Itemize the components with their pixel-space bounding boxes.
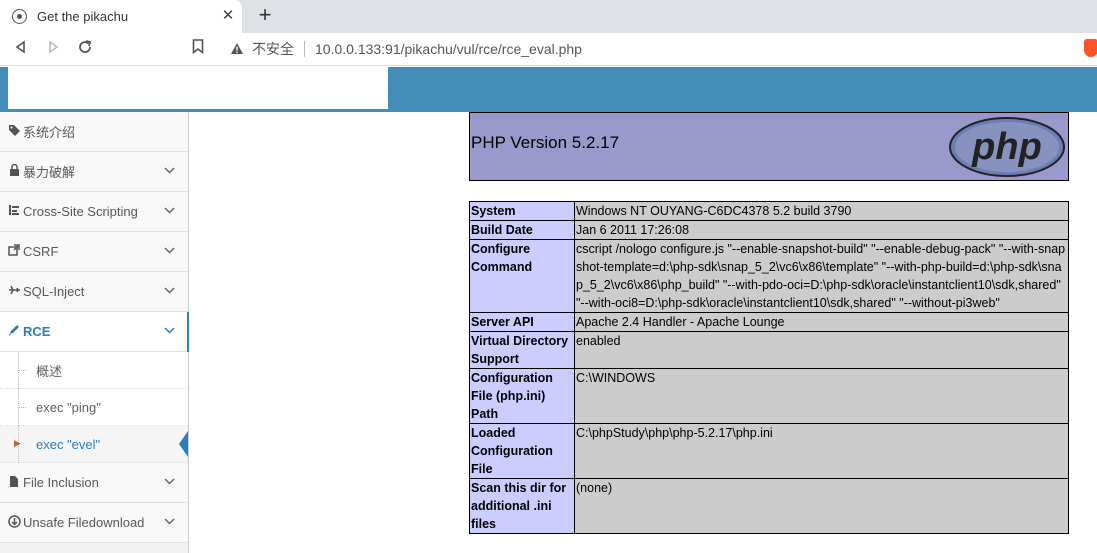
- row-value: Windows NT OUYANG-C6DC4378 5.2 build 379…: [574, 201, 1069, 221]
- phpinfo-table: System Windows NT OUYANG-C6DC4378 5.2 bu…: [469, 201, 1069, 534]
- new-tab-button[interactable]: +: [254, 4, 276, 26]
- url-text[interactable]: 10.0.0.133:91/pikachu/vul/rce/rce_eval.p…: [315, 41, 582, 57]
- sidebar-item-sqli[interactable]: SQL-Inject: [0, 272, 188, 312]
- row-key: System: [469, 201, 575, 221]
- browser-tab-bar: Get the pikachu ✕ +: [0, 0, 1097, 33]
- browser-tab[interactable]: Get the pikachu ✕: [0, 0, 242, 33]
- logo-area: [8, 67, 388, 109]
- table-row: Configuration File (php.ini) Path C:\WIN…: [469, 368, 1069, 424]
- pencil-icon: [7, 324, 21, 339]
- row-value: Apache 2.4 Handler - Apache Lounge: [574, 312, 1069, 332]
- row-value: C:\WINDOWS: [574, 368, 1069, 424]
- chevron-down-icon: [162, 515, 176, 529]
- submenu-item-exec-ping[interactable]: exec "ping": [0, 389, 188, 426]
- sidebar-item-label: 暴力破解: [23, 165, 76, 180]
- chevron-down-icon: [162, 475, 176, 489]
- row-key: Server API: [469, 312, 575, 332]
- share-icon: [7, 244, 21, 259]
- sidebar-item-label: Unsafe Filedownload: [23, 515, 145, 530]
- tag-icon: [7, 124, 21, 139]
- plane-icon: [7, 284, 21, 299]
- chevron-down-icon: [162, 164, 176, 178]
- php-header: PHP Version 5.2.17 php: [469, 112, 1069, 181]
- submenu-label: 概述: [36, 363, 63, 379]
- rce-submenu: 概述 exec "ping" ▶ exec "evel": [0, 352, 188, 463]
- table-row: Configure Command cscript /nologo config…: [469, 239, 1069, 313]
- row-key: Virtual Directory Support: [469, 331, 575, 369]
- sidebar-item-csrf[interactable]: CSRF: [0, 232, 188, 272]
- sidebar-item-label: Cross-Site Scripting: [23, 204, 138, 219]
- sidebar-item-bruteforce[interactable]: 暴力破解: [0, 152, 188, 192]
- back-icon[interactable]: [10, 39, 32, 61]
- brave-shield-icon[interactable]: [1084, 39, 1097, 57]
- url-bar[interactable]: 不安全 10.0.0.133:91/pikachu/vul/rce/rce_ev…: [220, 35, 1070, 63]
- row-value: C:\phpStudy\php\php-5.2.17\php.ini: [574, 423, 1069, 479]
- row-value: cscript /nologo configure.js "--enable-s…: [574, 239, 1069, 313]
- sidebar-item-label: 系统介绍: [23, 125, 76, 140]
- table-row: Server API Apache 2.4 Handler - Apache L…: [469, 312, 1069, 332]
- row-key: Scan this dir for additional .ini files: [469, 478, 575, 534]
- caret-right-icon: ▶: [14, 438, 21, 448]
- tree-line: [18, 407, 26, 408]
- lock-icon: [7, 163, 21, 180]
- php-version: PHP Version 5.2.17: [471, 133, 620, 152]
- sidebar: 系统介绍 暴力破解 Cross-Site Scripting CSRF SQL-…: [0, 112, 189, 553]
- chevron-down-icon: [162, 244, 176, 258]
- sidebar-item-xss[interactable]: Cross-Site Scripting: [0, 192, 188, 232]
- list-tree-icon: [7, 204, 21, 219]
- table-row: Build Date Jan 6 2011 17:26:08: [469, 220, 1069, 240]
- security-label[interactable]: 不安全: [252, 39, 294, 59]
- active-arrow-icon: [179, 431, 188, 457]
- sidebar-item-label: File Inclusion: [23, 475, 99, 490]
- bookmark-icon[interactable]: [187, 39, 209, 61]
- main-content: PHP Version 5.2.17 php System Windows NT…: [190, 112, 1097, 553]
- warning-icon[interactable]: [230, 42, 244, 56]
- sidebar-item-label: SQL-Inject: [23, 284, 85, 299]
- php-logo-icon: php: [949, 117, 1065, 177]
- row-key: Loaded Configuration File: [469, 423, 575, 479]
- chevron-down-icon: [162, 204, 176, 218]
- page-header: [0, 67, 1097, 112]
- close-tab-icon[interactable]: ✕: [220, 8, 236, 24]
- tab-title: Get the pikachu: [37, 9, 129, 24]
- row-key: Configuration File (php.ini) Path: [469, 368, 575, 424]
- tree-line: [18, 370, 26, 371]
- submenu-label: exec "evel": [36, 436, 101, 452]
- submenu-item-overview[interactable]: 概述: [0, 352, 188, 389]
- sidebar-item-file-inclusion[interactable]: File Inclusion: [0, 463, 188, 503]
- chevron-down-icon: [162, 284, 176, 298]
- submenu-label: exec "ping": [36, 399, 101, 415]
- chevron-down-icon: [162, 324, 176, 338]
- globe-icon: [12, 9, 27, 24]
- address-toolbar: 不安全 10.0.0.133:91/pikachu/vul/rce/rce_ev…: [0, 33, 1097, 66]
- sidebar-item-label: RCE: [23, 324, 51, 339]
- submenu-item-exec-evel[interactable]: ▶ exec "evel": [0, 426, 188, 463]
- table-row: Virtual Directory Support enabled: [469, 331, 1069, 369]
- svg-text:php: php: [971, 126, 1042, 168]
- sidebar-item-rce[interactable]: RCE: [0, 312, 189, 352]
- sidebar-item-unsafe-download[interactable]: Unsafe Filedownload: [0, 503, 188, 543]
- sidebar-item-label: CSRF: [23, 244, 59, 259]
- table-row: System Windows NT OUYANG-C6DC4378 5.2 bu…: [469, 201, 1069, 221]
- sidebar-item-intro[interactable]: 系统介绍: [0, 112, 188, 152]
- row-value: Jan 6 2011 17:26:08: [574, 220, 1069, 240]
- download-icon: [7, 514, 21, 531]
- reload-icon[interactable]: [74, 39, 96, 61]
- file-icon: [7, 475, 21, 491]
- table-row: Scan this dir for additional .ini files …: [469, 478, 1069, 534]
- row-value: enabled: [574, 331, 1069, 369]
- table-row: Loaded Configuration File C:\phpStudy\ph…: [469, 423, 1069, 479]
- row-key: Configure Command: [469, 239, 575, 313]
- row-value: (none): [574, 478, 1069, 534]
- separator: [304, 41, 305, 57]
- forward-icon[interactable]: [42, 39, 64, 61]
- row-key: Build Date: [469, 220, 575, 240]
